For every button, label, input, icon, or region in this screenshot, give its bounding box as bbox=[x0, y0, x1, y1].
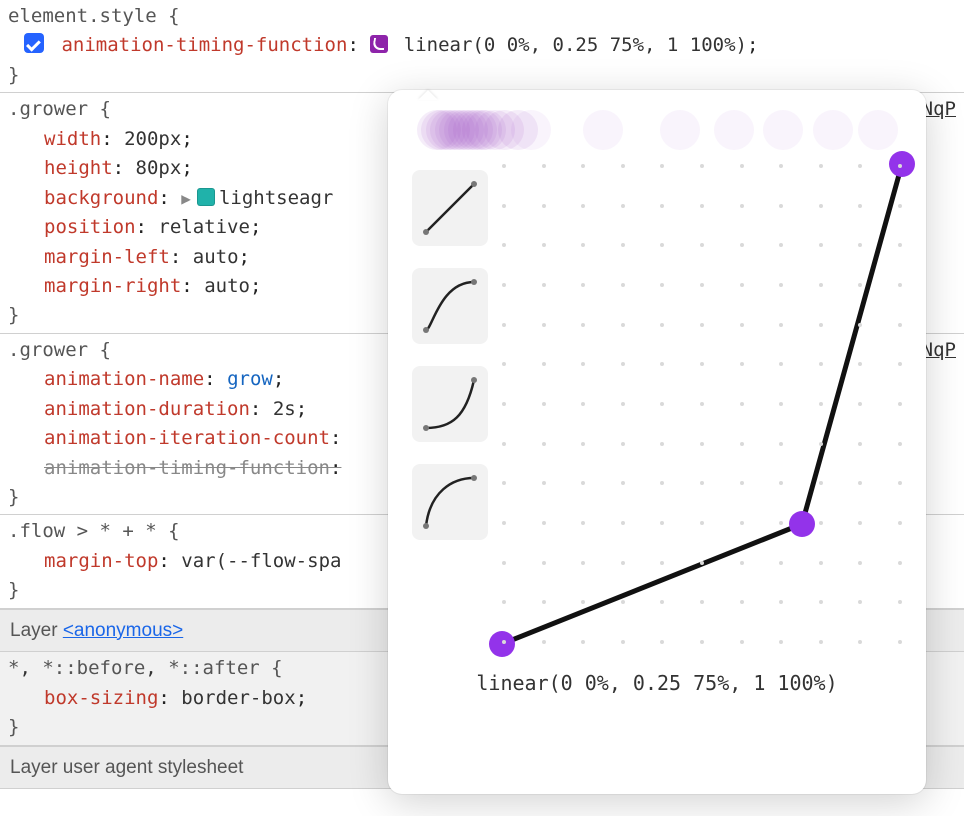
expand-caret-icon[interactable]: ▶ bbox=[181, 189, 191, 208]
preset-ease[interactable] bbox=[412, 268, 488, 344]
origin-link[interactable]: NqP bbox=[922, 95, 956, 124]
enable-checkbox-icon[interactable] bbox=[24, 33, 44, 53]
color-swatch-icon[interactable] bbox=[197, 188, 215, 206]
motion-preview-strip bbox=[412, 108, 902, 154]
decl-inline[interactable]: animation-timing-function: linear(0 0%, … bbox=[8, 31, 956, 60]
curve-canvas[interactable] bbox=[502, 164, 902, 644]
curve-handle[interactable] bbox=[789, 511, 815, 537]
preset-list bbox=[412, 164, 488, 540]
origin-link[interactable]: NqP bbox=[922, 336, 956, 365]
curve-swatch-icon[interactable] bbox=[370, 35, 388, 53]
preset-ease-in[interactable] bbox=[412, 366, 488, 442]
curve-readout: linear(0 0%, 0.25 75%, 1 100%) bbox=[412, 668, 902, 699]
timing-function-editor: linear(0 0%, 0.25 75%, 1 100%) bbox=[388, 90, 926, 794]
curve-handle[interactable] bbox=[489, 631, 515, 657]
selector-inline: element.style bbox=[8, 5, 157, 27]
layer-link[interactable]: <anonymous> bbox=[63, 620, 183, 641]
preset-linear[interactable] bbox=[412, 170, 488, 246]
rule-inline: element.style { animation-timing-functio… bbox=[0, 0, 964, 93]
preset-ease-out[interactable] bbox=[412, 464, 488, 540]
curve-handle[interactable] bbox=[889, 151, 915, 177]
